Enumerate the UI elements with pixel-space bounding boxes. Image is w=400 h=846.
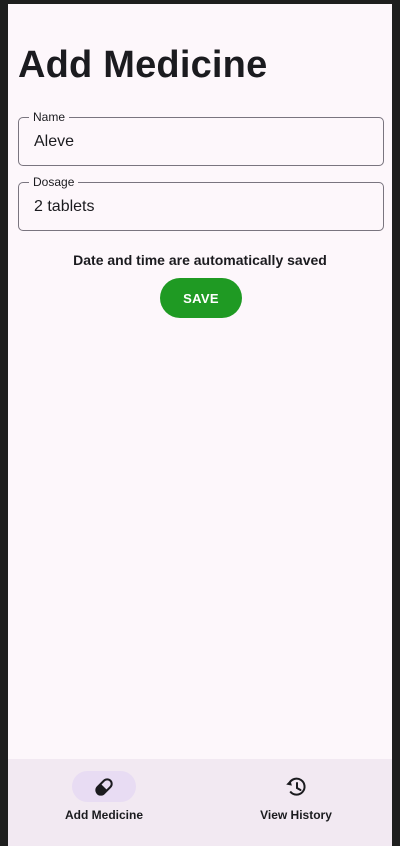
nav-item-view-history[interactable]: View History bbox=[200, 759, 392, 846]
history-icon bbox=[286, 777, 306, 796]
dosage-field[interactable]: Dosage 2 tablets bbox=[18, 176, 384, 231]
save-button[interactable]: SAVE bbox=[160, 278, 242, 318]
page-title: Add Medicine bbox=[18, 44, 268, 86]
name-field[interactable]: Name Aleve bbox=[18, 111, 384, 166]
name-field-value[interactable]: Aleve bbox=[34, 133, 74, 151]
name-field-label: Name bbox=[29, 111, 70, 124]
nav-item-add-medicine[interactable]: Add Medicine bbox=[8, 759, 200, 846]
auto-save-info-text: Date and time are automatically saved bbox=[73, 252, 327, 268]
pill-icon bbox=[95, 778, 113, 796]
bottom-navigation: Add Medicine View History bbox=[8, 759, 392, 846]
dosage-field-label: Dosage bbox=[29, 176, 79, 189]
dosage-field-value[interactable]: 2 tablets bbox=[34, 198, 94, 216]
app-screen: Add Medicine Name Aleve Dosage 2 tablets… bbox=[8, 4, 392, 846]
nav-label-view-history: View History bbox=[260, 808, 332, 822]
nav-label-add-medicine: Add Medicine bbox=[64, 808, 143, 822]
